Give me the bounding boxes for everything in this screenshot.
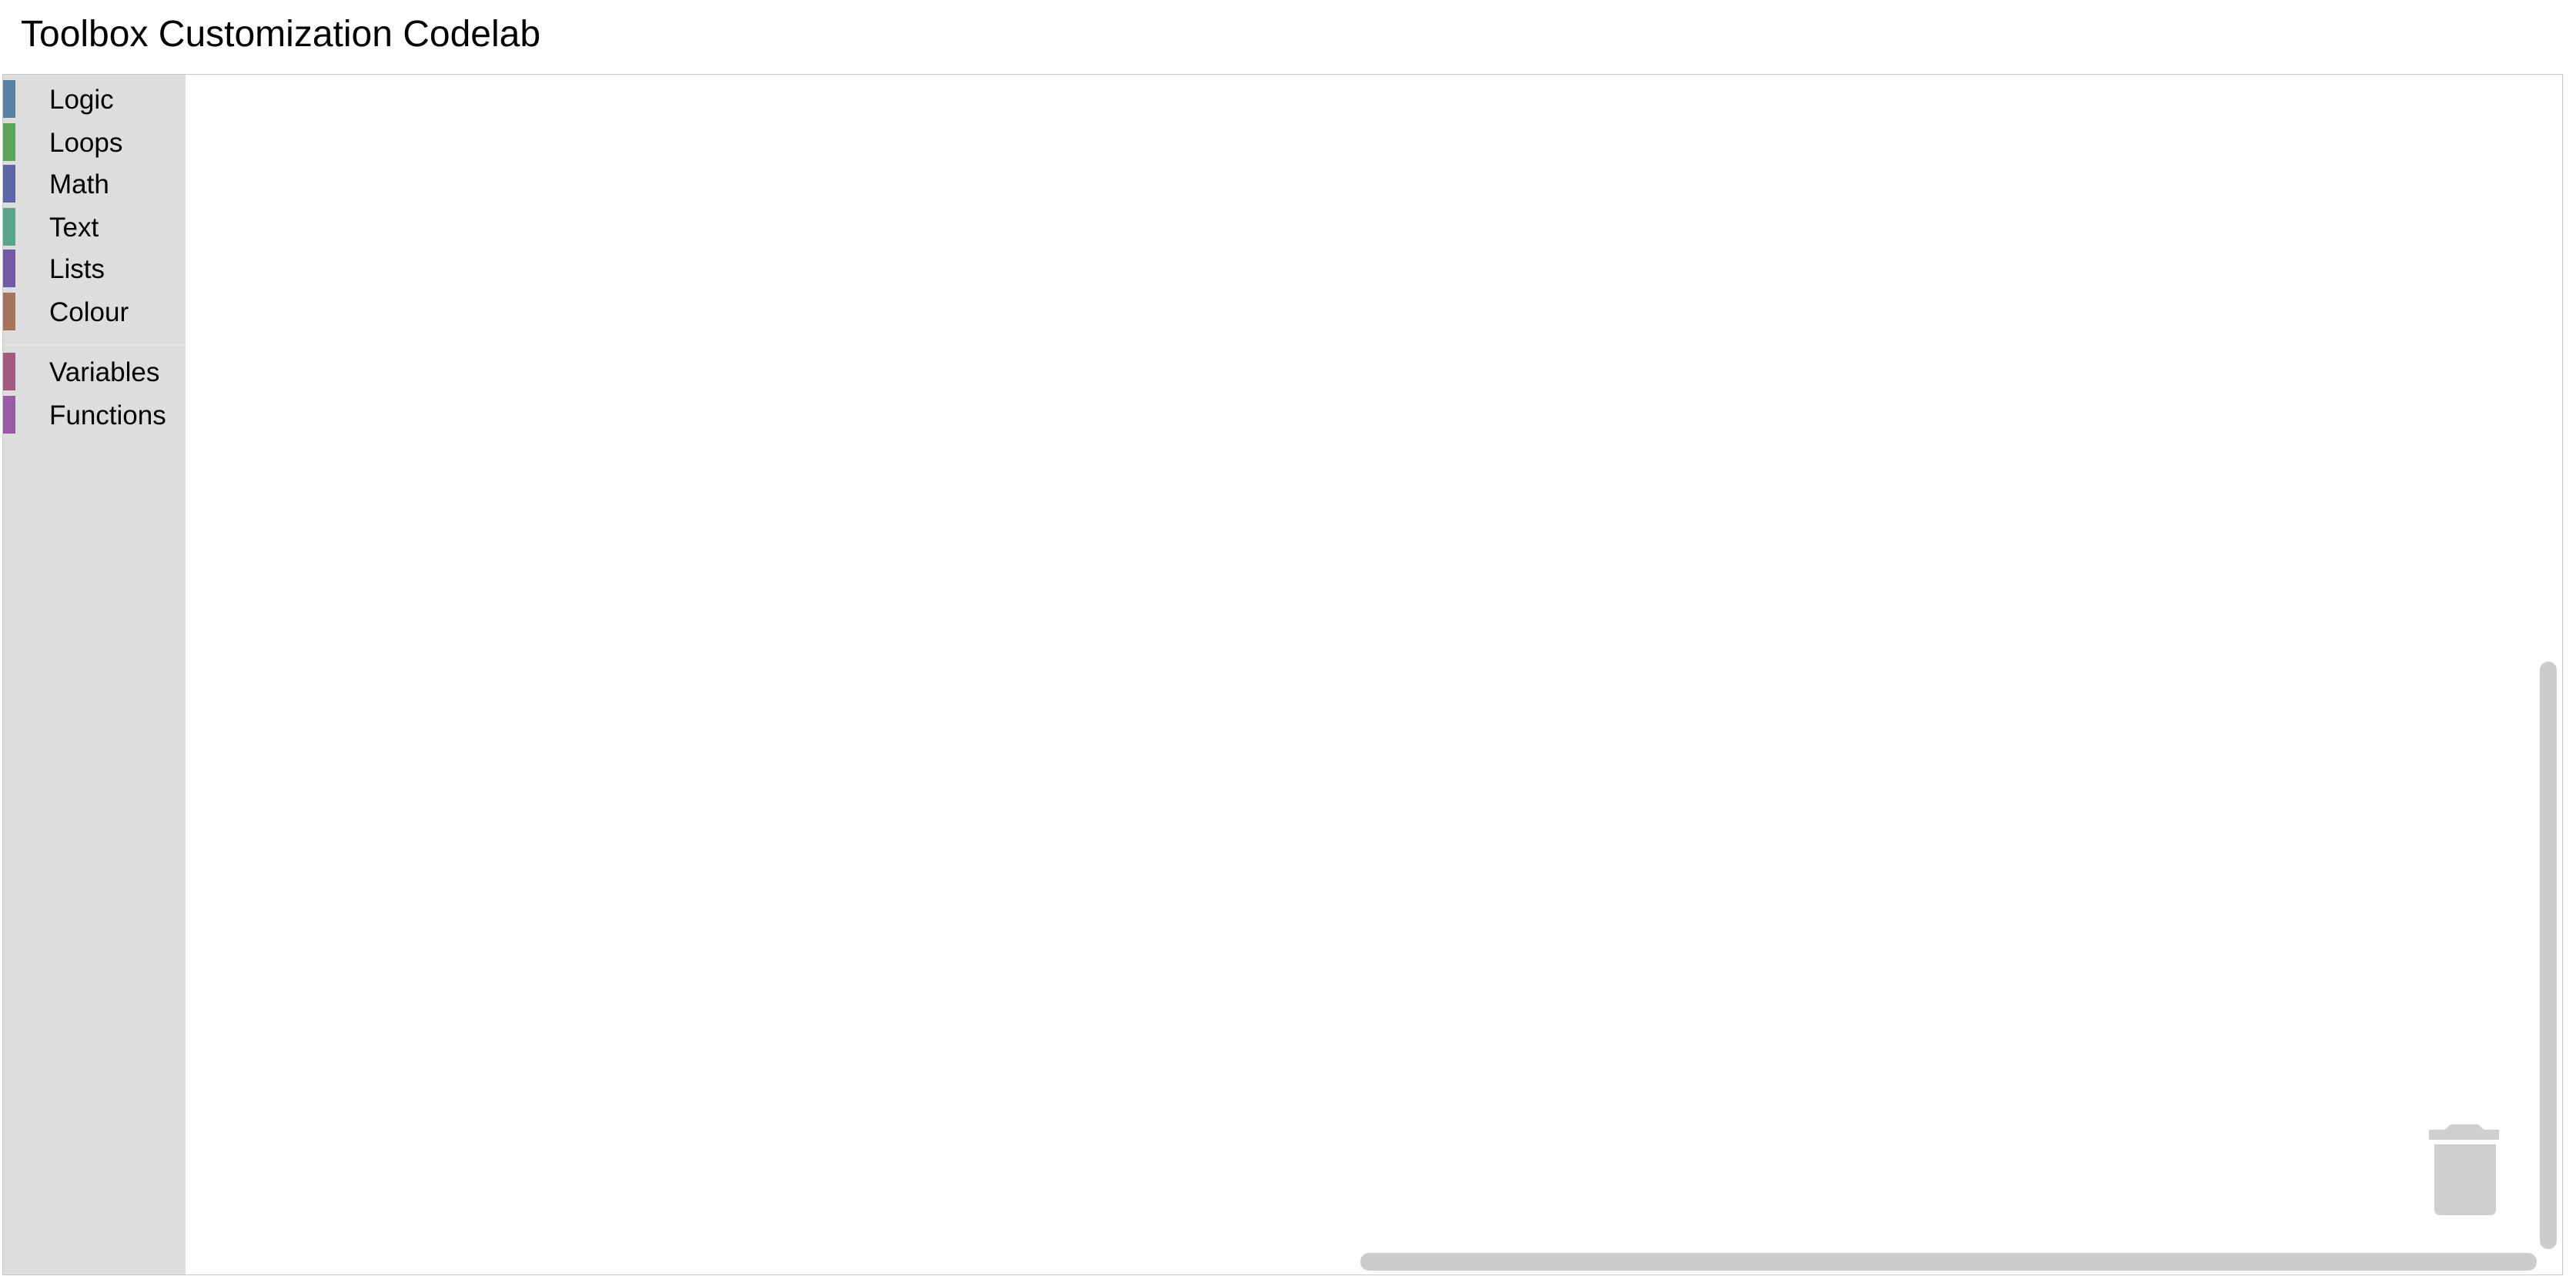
toolbox-category-variables[interactable]: Variables	[3, 353, 186, 390]
toolbox-separator	[3, 344, 186, 346]
category-label: Text	[49, 213, 99, 243]
toolbox-category-lists[interactable]: Lists	[3, 250, 186, 287]
vertical-scrollbar[interactable]	[2540, 662, 2557, 1249]
toolbox-category-math[interactable]: Math	[3, 165, 186, 203]
toolbox-category-logic[interactable]: Logic	[3, 80, 186, 118]
category-color-swatch	[3, 208, 15, 246]
toolbox-category-colour[interactable]: Colour	[3, 293, 186, 330]
category-label: Math	[49, 169, 109, 199]
category-label: Colour	[49, 297, 129, 327]
category-label: Loops	[49, 128, 123, 158]
category-label: Variables	[49, 357, 160, 387]
trash-can-graphic	[2429, 1124, 2500, 1215]
category-color-swatch	[3, 353, 15, 390]
category-label: Lists	[49, 254, 105, 284]
page-title: Toolbox Customization Codelab	[21, 14, 541, 55]
toolbox-category-loops[interactable]: Loops	[3, 123, 186, 161]
category-label: Functions	[49, 400, 166, 430]
toolbox-category-text[interactable]: Text	[3, 208, 186, 246]
category-color-swatch	[3, 123, 15, 161]
category-color-swatch	[3, 293, 15, 330]
category-color-swatch	[3, 80, 15, 118]
category-color-swatch	[3, 396, 15, 434]
blockly-workspace[interactable]: Logic Loops Math Text Lists Colour Varia…	[2, 74, 2563, 1275]
category-color-swatch	[3, 250, 15, 287]
category-color-swatch	[3, 165, 15, 203]
toolbox: Logic Loops Math Text Lists Colour Varia…	[3, 75, 186, 1275]
trash-can-icon[interactable]	[2427, 1124, 2500, 1217]
toolbox-category-functions[interactable]: Functions	[3, 396, 186, 434]
category-label: Logic	[49, 85, 114, 115]
horizontal-scrollbar[interactable]	[1360, 1253, 2537, 1271]
